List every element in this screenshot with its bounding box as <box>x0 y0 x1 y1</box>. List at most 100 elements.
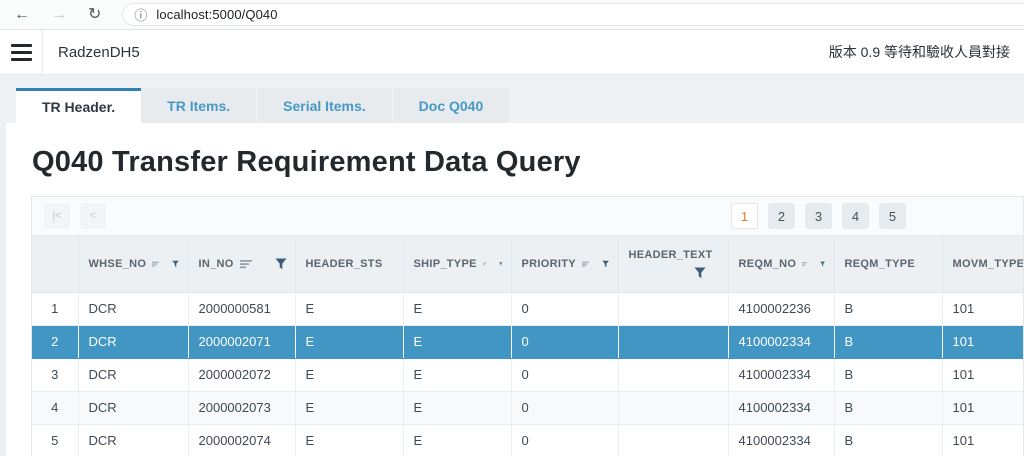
hamburger-icon <box>10 43 32 47</box>
browser-back-button[interactable]: ← <box>14 6 30 23</box>
data-grid: |< < 12345 WHSE_NO IN_NO HEADER_STS SHIP… <box>31 196 1024 456</box>
filter-funnel-icon[interactable] <box>499 258 503 270</box>
cell-priority: 0 <box>511 358 619 392</box>
tab-tr-header[interactable]: TR Header. <box>16 88 142 123</box>
app-header: RadzenDH5 版本 0.9 等待和驗收人員對接 <box>0 30 1024 75</box>
table-scroll-area: WHSE_NO IN_NO HEADER_STS SHIP_TYPE PRIOR… <box>32 236 1023 456</box>
column-label: REQM_NO <box>738 257 797 270</box>
url-text: localhost:5000/Q040 <box>156 7 278 22</box>
cell-movm_type: 101 <box>942 325 1023 359</box>
table-header-row: WHSE_NO IN_NO HEADER_STS SHIP_TYPE PRIOR… <box>32 236 1024 293</box>
grid-pager: |< < 12345 <box>32 197 1023 236</box>
row-number-cell: 1 <box>32 292 79 326</box>
cell-header_sts: E <box>295 325 404 359</box>
filter-funnel-icon[interactable] <box>602 258 610 270</box>
tab-bar: TR Header. TR Items. Serial Items. Doc Q040 <box>0 75 1024 123</box>
row-number-cell: 3 <box>32 358 79 392</box>
browser-reload-button[interactable]: ↻ <box>88 6 101 23</box>
table-row-selected[interactable]: 2 DCR 2000002071 E E 0 4100002334 B 101 <box>32 325 1023 359</box>
column-header-reqm_type[interactable]: REQM_TYPE <box>834 236 943 293</box>
cell-whse_no: DCR <box>78 358 189 392</box>
cell-reqm_no: 4100002236 <box>728 292 835 326</box>
column-label: REQM_TYPE <box>844 257 916 270</box>
cell-reqm_no: 4100002334 <box>728 391 835 425</box>
browser-forward-button[interactable]: → <box>51 6 67 23</box>
cell-header_text <box>618 292 729 326</box>
cell-in_no: 2000002072 <box>188 358 296 392</box>
column-header-ship_type[interactable]: SHIP_TYPE <box>403 236 512 293</box>
browser-toolbar: ← → ↻ ⓘ localhost:5000/Q040 <box>0 0 1024 30</box>
cell-header_text <box>618 358 729 392</box>
first-page-button[interactable]: |< <box>44 203 70 229</box>
cell-movm_type: 101 <box>942 391 1023 425</box>
cell-movm_type: 101 <box>942 358 1023 392</box>
page-button-3[interactable]: 3 <box>805 203 832 229</box>
address-bar[interactable]: ⓘ localhost:5000/Q040 <box>122 3 1024 26</box>
sort-lines-icon <box>239 259 252 268</box>
app-brand: RadzenDH5 <box>58 43 140 61</box>
tab-serial-items[interactable]: Serial Items. <box>257 88 393 123</box>
cell-priority: 0 <box>511 325 619 359</box>
cell-in_no: 2000002071 <box>188 325 296 359</box>
column-header-movm_type[interactable]: MOVM_TYPE <box>942 236 1024 293</box>
table-row[interactable]: 4 DCR 2000002073 E E 0 4100002334 B 101 <box>32 391 1023 425</box>
column-header-in_no[interactable]: IN_NO <box>188 236 296 293</box>
cell-reqm_no: 4100002334 <box>728 358 835 392</box>
cell-ship_type: E <box>403 424 512 456</box>
previous-page-button[interactable]: < <box>80 203 106 229</box>
cell-whse_no: DCR <box>78 292 189 326</box>
cell-header_sts: E <box>295 358 404 392</box>
data-table: WHSE_NO IN_NO HEADER_STS SHIP_TYPE PRIOR… <box>32 236 1023 456</box>
sort-lines-icon <box>802 262 808 266</box>
cell-whse_no: DCR <box>78 424 189 456</box>
cell-reqm_no: 4100002334 <box>728 325 835 359</box>
column-label: SHIP_TYPE <box>413 257 477 270</box>
cell-reqm_type: B <box>834 391 943 425</box>
cell-reqm_no: 4100002334 <box>728 424 835 456</box>
column-header-header_text[interactable]: HEADER_TEXT <box>618 236 729 293</box>
sort-lines-icon <box>482 262 487 266</box>
cell-header_text <box>618 325 729 359</box>
cell-reqm_type: B <box>834 424 943 456</box>
cell-reqm_type: B <box>834 292 943 326</box>
hamburger-menu-button[interactable] <box>0 30 43 74</box>
cell-priority: 0 <box>511 292 619 326</box>
cell-whse_no: DCR <box>78 391 189 425</box>
content-panel: Q040 Transfer Requirement Data Query |< … <box>6 123 1024 456</box>
cell-in_no: 2000000581 <box>188 292 296 326</box>
column-header-priority[interactable]: PRIORITY <box>511 236 619 293</box>
row-number-cell: 5 <box>32 424 79 456</box>
column-header-header_sts[interactable]: HEADER_STS <box>295 236 404 293</box>
filter-funnel-icon[interactable] <box>275 258 287 270</box>
table-row[interactable]: 5 DCR 2000002074 E E 0 4100002334 B 101 <box>32 424 1023 456</box>
cell-ship_type: E <box>403 358 512 392</box>
page-button-2[interactable]: 2 <box>768 203 795 229</box>
table-row[interactable]: 3 DCR 2000002072 E E 0 4100002334 B 101 <box>32 358 1023 392</box>
cell-header_text <box>618 424 729 456</box>
row-number-cell: 2 <box>32 325 79 359</box>
tab-tr-items[interactable]: TR Items. <box>141 88 258 123</box>
table-row[interactable]: 1 DCR 2000000581 E E 0 4100002236 B 101 <box>32 292 1023 326</box>
filter-funnel-icon[interactable] <box>694 267 706 279</box>
column-label: MOVM_TYPE <box>952 257 1024 270</box>
page-button-1[interactable]: 1 <box>731 203 758 229</box>
column-header-whse_no[interactable]: WHSE_NO <box>78 236 189 293</box>
cell-whse_no: DCR <box>78 325 189 359</box>
filter-funnel-icon[interactable] <box>820 258 826 270</box>
cell-reqm_type: B <box>834 325 943 359</box>
cell-ship_type: E <box>403 391 512 425</box>
cell-header_sts: E <box>295 391 404 425</box>
page-button-5[interactable]: 5 <box>879 203 906 229</box>
tab-doc-q040[interactable]: Doc Q040 <box>392 88 511 123</box>
cell-in_no: 2000002073 <box>188 391 296 425</box>
cell-header_text <box>618 391 729 425</box>
page-button-4[interactable]: 4 <box>842 203 869 229</box>
site-info-icon[interactable]: ⓘ <box>134 5 147 24</box>
column-label: WHSE_NO <box>88 257 147 270</box>
column-label: HEADER_STS <box>305 257 383 270</box>
row-number-cell: 4 <box>32 391 79 425</box>
cell-priority: 0 <box>511 424 619 456</box>
column-header-reqm_no[interactable]: REQM_NO <box>728 236 835 293</box>
column-label: HEADER_TEXT <box>628 248 713 261</box>
filter-funnel-icon[interactable] <box>172 258 180 270</box>
